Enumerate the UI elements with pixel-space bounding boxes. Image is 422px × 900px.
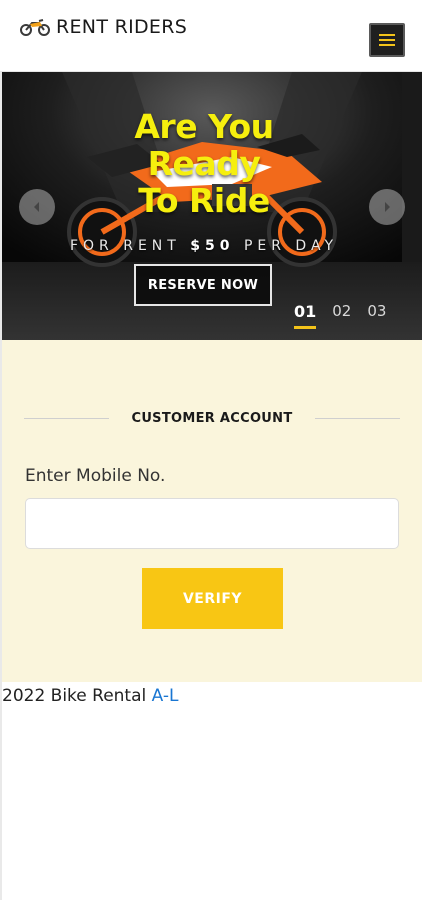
hamburger-menu-icon <box>379 34 395 46</box>
reserve-now-button[interactable]: RESERVE NOW <box>134 264 272 306</box>
hero-price: $50 <box>190 238 235 254</box>
hero-subtitle-suffix: PER DAY <box>234 238 339 254</box>
footer-text: 2022 Bike Rental <box>2 686 152 706</box>
slide-indicator-03[interactable]: 03 <box>367 302 386 329</box>
hero-title-line-1: Are You <box>134 107 274 146</box>
brand-name: RENT RIDERS <box>56 16 188 38</box>
section-heading: CUSTOMER ACCOUNT <box>24 408 400 428</box>
hero-slider: Are You Ready To Ride FOR RENT $50 PER D… <box>2 72 422 340</box>
divider-right <box>314 417 400 419</box>
section-title: CUSTOMER ACCOUNT <box>131 410 293 426</box>
mobile-number-input[interactable] <box>25 498 399 549</box>
hero-title: Are You Ready To Ride <box>2 108 406 219</box>
verify-button[interactable]: VERIFY <box>142 568 283 629</box>
footer: 2022 Bike Rental A-L <box>2 686 179 706</box>
chevron-right-icon <box>385 202 390 212</box>
slide-indicators: 01 02 03 <box>294 302 386 329</box>
slider-next-button[interactable] <box>369 189 405 225</box>
divider-left <box>24 417 110 419</box>
mobile-label: Enter Mobile No. <box>25 466 166 486</box>
chevron-left-icon <box>34 202 39 212</box>
motorbike-icon <box>20 18 50 36</box>
slide-indicator-02[interactable]: 02 <box>332 302 351 329</box>
hero-title-line-2: Ready <box>147 144 261 183</box>
menu-button[interactable] <box>369 23 405 57</box>
hero-title-line-3: To Ride <box>138 181 270 220</box>
brand[interactable]: RENT RIDERS <box>20 16 187 38</box>
slide-indicator-01[interactable]: 01 <box>294 302 317 329</box>
hero-subtitle-prefix: FOR RENT <box>69 238 191 254</box>
top-header: RENT RIDERS <box>0 0 422 72</box>
slider-prev-button[interactable] <box>19 189 55 225</box>
hero-subtitle: FOR RENT $50 PER DAY <box>2 238 406 254</box>
footer-link[interactable]: A-L <box>152 686 179 706</box>
customer-account-section: CUSTOMER ACCOUNT Enter Mobile No. VERIFY <box>2 340 422 682</box>
